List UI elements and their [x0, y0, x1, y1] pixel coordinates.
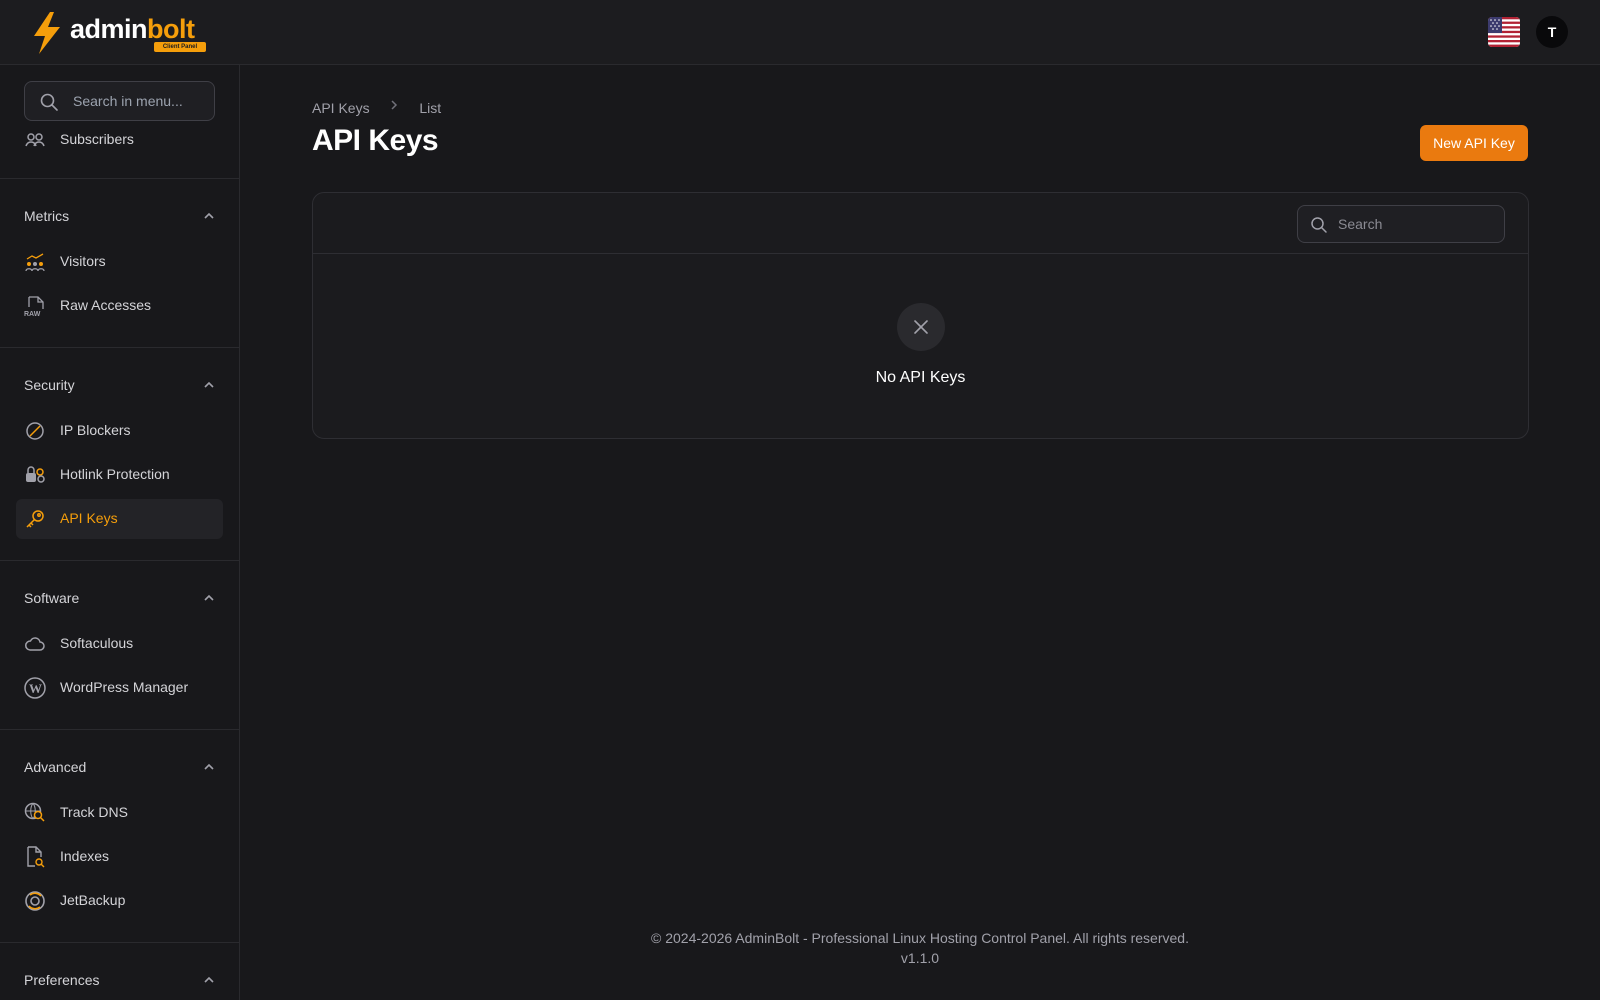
- sidebar-item-label: Track DNS: [60, 804, 128, 820]
- group-security[interactable]: Security: [24, 375, 215, 395]
- logo-word-bolt: bolt: [147, 14, 195, 44]
- table-search-input[interactable]: [1338, 206, 1498, 242]
- chevron-up-icon: [204, 381, 214, 388]
- sidebar-item-hotlink-protection[interactable]: Hotlink Protection: [16, 455, 223, 495]
- search-icon: [1311, 217, 1327, 233]
- group-preferences[interactable]: Preferences: [24, 970, 215, 990]
- logo-badge: Client Panel: [154, 42, 206, 52]
- key-icon: [26, 510, 44, 528]
- wordpress-icon: W: [24, 677, 46, 699]
- logo-word-admin: admin: [70, 14, 148, 44]
- chevron-up-icon: [204, 976, 214, 983]
- block-icon: [26, 422, 44, 440]
- page-title: API Keys: [312, 124, 439, 157]
- group-label: Advanced: [24, 759, 87, 775]
- breadcrumb: API Keys List: [312, 98, 441, 116]
- sidebar: Subscribers Metrics Visitors RAW Raw Acc…: [0, 65, 240, 1000]
- top-bar: adminbolt Client Panel T: [0, 0, 1600, 65]
- sidebar-item-label: Softaculous: [60, 635, 134, 651]
- chevron-up-icon: [204, 763, 214, 770]
- sidebar-item-visitors[interactable]: Visitors: [16, 242, 223, 282]
- backup-icon: [25, 891, 45, 911]
- sidebar-item-label: Visitors: [60, 253, 106, 269]
- subscribers-icon: [25, 133, 45, 147]
- divider: [0, 729, 239, 730]
- sidebar-item-softaculous[interactable]: Softaculous: [16, 624, 223, 664]
- sidebar-item-label: Raw Accesses: [60, 297, 152, 313]
- search-icon: [40, 93, 58, 111]
- hotlink-icon: [26, 466, 45, 483]
- group-software[interactable]: Software: [24, 588, 215, 608]
- file-search-icon: [27, 846, 45, 868]
- sidebar-item-label: IP Blockers: [60, 422, 131, 438]
- table-toolbar: [313, 193, 1528, 254]
- close-icon: [914, 320, 928, 334]
- sidebar-item-subscribers[interactable]: Subscribers: [16, 120, 223, 160]
- sidebar-item-label: Hotlink Protection: [60, 466, 170, 482]
- divider: [0, 942, 239, 943]
- sidebar-item-label: Subscribers: [60, 131, 134, 147]
- chevron-right-icon: [391, 100, 398, 110]
- chevron-up-icon: [204, 212, 214, 219]
- sidebar-item-ip-blockers[interactable]: IP Blockers: [16, 411, 223, 451]
- footer-version: v1.1.0: [900, 950, 940, 966]
- sidebar-item-label: Indexes: [60, 848, 110, 864]
- group-label: Preferences: [24, 972, 100, 988]
- divider: [0, 347, 239, 348]
- menu-search[interactable]: [24, 81, 215, 121]
- raw-file-icon: RAW: [24, 296, 44, 317]
- sidebar-item-api-keys[interactable]: API Keys: [16, 499, 223, 539]
- sidebar-item-label: JetBackup: [60, 892, 126, 908]
- breadcrumb-link-api-keys[interactable]: API Keys: [312, 100, 370, 116]
- group-label: Software: [24, 590, 80, 606]
- sidebar-item-label: WordPress Manager: [60, 679, 189, 695]
- adminbolt-logo[interactable]: adminbolt Client Panel: [30, 12, 210, 54]
- group-metrics[interactable]: Metrics: [24, 206, 215, 226]
- sidebar-item-track-dns[interactable]: Track DNS: [16, 793, 223, 833]
- api-keys-table-card: No API Keys: [312, 192, 1529, 439]
- chevron-up-icon: [204, 594, 214, 601]
- bolt-logo-icon: [34, 12, 60, 54]
- sidebar-item-raw-accesses[interactable]: RAW Raw Accesses: [16, 286, 223, 326]
- group-label: Security: [24, 377, 75, 393]
- empty-state-icon: [897, 303, 945, 351]
- footer: © 2024-2026 AdminBolt - Professional Lin…: [240, 928, 1600, 968]
- sidebar-item-label: API Keys: [60, 510, 118, 526]
- divider: [0, 560, 239, 561]
- table-search[interactable]: [1297, 205, 1505, 243]
- group-label: Metrics: [24, 208, 70, 224]
- sidebar-item-indexes[interactable]: Indexes: [16, 837, 223, 877]
- group-advanced[interactable]: Advanced: [24, 757, 215, 777]
- svg-text:W: W: [29, 681, 42, 696]
- logo-wordmark: adminbolt: [70, 14, 195, 45]
- menu-search-input[interactable]: [73, 82, 207, 120]
- empty-state-text: No API Keys: [875, 369, 966, 386]
- breadcrumb-current: List: [419, 100, 442, 117]
- us-flag-icon[interactable]: [1488, 17, 1520, 47]
- divider: [0, 178, 239, 179]
- avatar[interactable]: T: [1536, 16, 1568, 48]
- new-api-key-button[interactable]: New API Key: [1420, 125, 1528, 161]
- dns-search-icon: [24, 802, 45, 822]
- footer-copyright: © 2024-2026 AdminBolt - Professional Lin…: [651, 930, 1189, 946]
- svg-text:RAW: RAW: [24, 311, 41, 317]
- visitors-icon: [25, 253, 45, 272]
- sidebar-item-jetbackup[interactable]: JetBackup: [16, 881, 223, 921]
- sidebar-item-wordpress-manager[interactable]: W WordPress Manager: [16, 668, 223, 708]
- cloud-icon: [25, 637, 45, 651]
